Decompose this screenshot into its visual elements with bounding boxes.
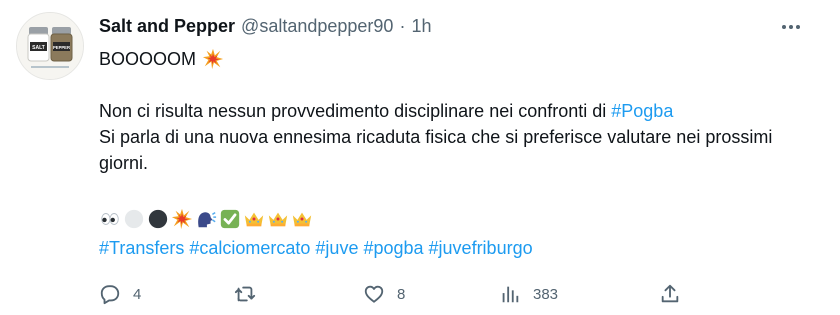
avatar[interactable]: SALT PEPPER <box>16 12 84 80</box>
views-button[interactable]: 383 <box>499 280 558 308</box>
crown-emoji <box>243 208 265 230</box>
tweet-line-1: BOOOOOM <box>99 49 197 69</box>
hashtag-link[interactable]: #Pogba <box>611 101 673 121</box>
hashtag-link[interactable]: #pogba <box>363 235 423 261</box>
share-button[interactable] <box>659 280 681 308</box>
white-circle-emoji <box>123 208 145 230</box>
like-count: 8 <box>397 285 406 303</box>
hashtag-link[interactable]: #juvefriburgo <box>429 235 533 261</box>
paragraph-prefix: Non ci risulta nessun provvedimento disc… <box>99 101 612 121</box>
retweet-button[interactable] <box>234 280 268 308</box>
crown-emoji <box>267 208 289 230</box>
eyes-emoji <box>99 208 121 230</box>
collision-emoji <box>171 208 193 230</box>
separator-dot: · <box>399 15 406 36</box>
retweet-icon <box>234 286 256 302</box>
emoji-row <box>99 206 313 232</box>
salt-and-pepper-logo: SALT PEPPER <box>17 13 83 79</box>
reply-count: 4 <box>133 285 142 303</box>
like-button[interactable]: 8 <box>363 280 405 308</box>
svg-text:SALT: SALT <box>32 45 45 51</box>
tweet-header: Salt and Pepper @saltandpepper90 · 1h <box>99 14 780 38</box>
speaking-head-emoji <box>195 208 217 230</box>
hashtag-link[interactable]: #Transfers <box>99 235 184 261</box>
action-bar: 4 8 383 <box>99 280 689 308</box>
share-icon <box>661 284 679 303</box>
crown-emoji <box>291 208 313 230</box>
tweet-text: BOOOOOM Non ci risulta nessun provvedime… <box>99 46 799 176</box>
timestamp[interactable]: 1h <box>411 16 431 37</box>
heart-icon <box>364 285 384 303</box>
author-handle[interactable]: @saltandpepper90 <box>241 16 393 37</box>
check-mark-button-emoji <box>219 208 241 230</box>
svg-text:PEPPER: PEPPER <box>53 45 70 50</box>
reply-icon <box>100 285 120 305</box>
tweet-paragraph-2: Non ci risulta nessun provvedimento disc… <box>99 98 799 176</box>
black-circle-emoji <box>147 208 169 230</box>
author-display-name[interactable]: Salt and Pepper <box>99 16 235 37</box>
hashtag-link[interactable]: #juve <box>315 235 358 261</box>
reply-button[interactable]: 4 <box>99 280 141 308</box>
collision-emoji <box>202 48 224 70</box>
views-count: 383 <box>533 285 559 303</box>
hashtag-list: #Transfers #calciomercato #juve #pogba #… <box>99 235 533 261</box>
hashtag-link[interactable]: #calciomercato <box>189 235 310 261</box>
paragraph-rest: Si parla di una nuova ennesima ricaduta … <box>99 127 773 173</box>
views-chart-icon <box>502 286 519 303</box>
more-options-button[interactable] <box>776 14 806 40</box>
more-horizontal-icon <box>782 25 800 29</box>
